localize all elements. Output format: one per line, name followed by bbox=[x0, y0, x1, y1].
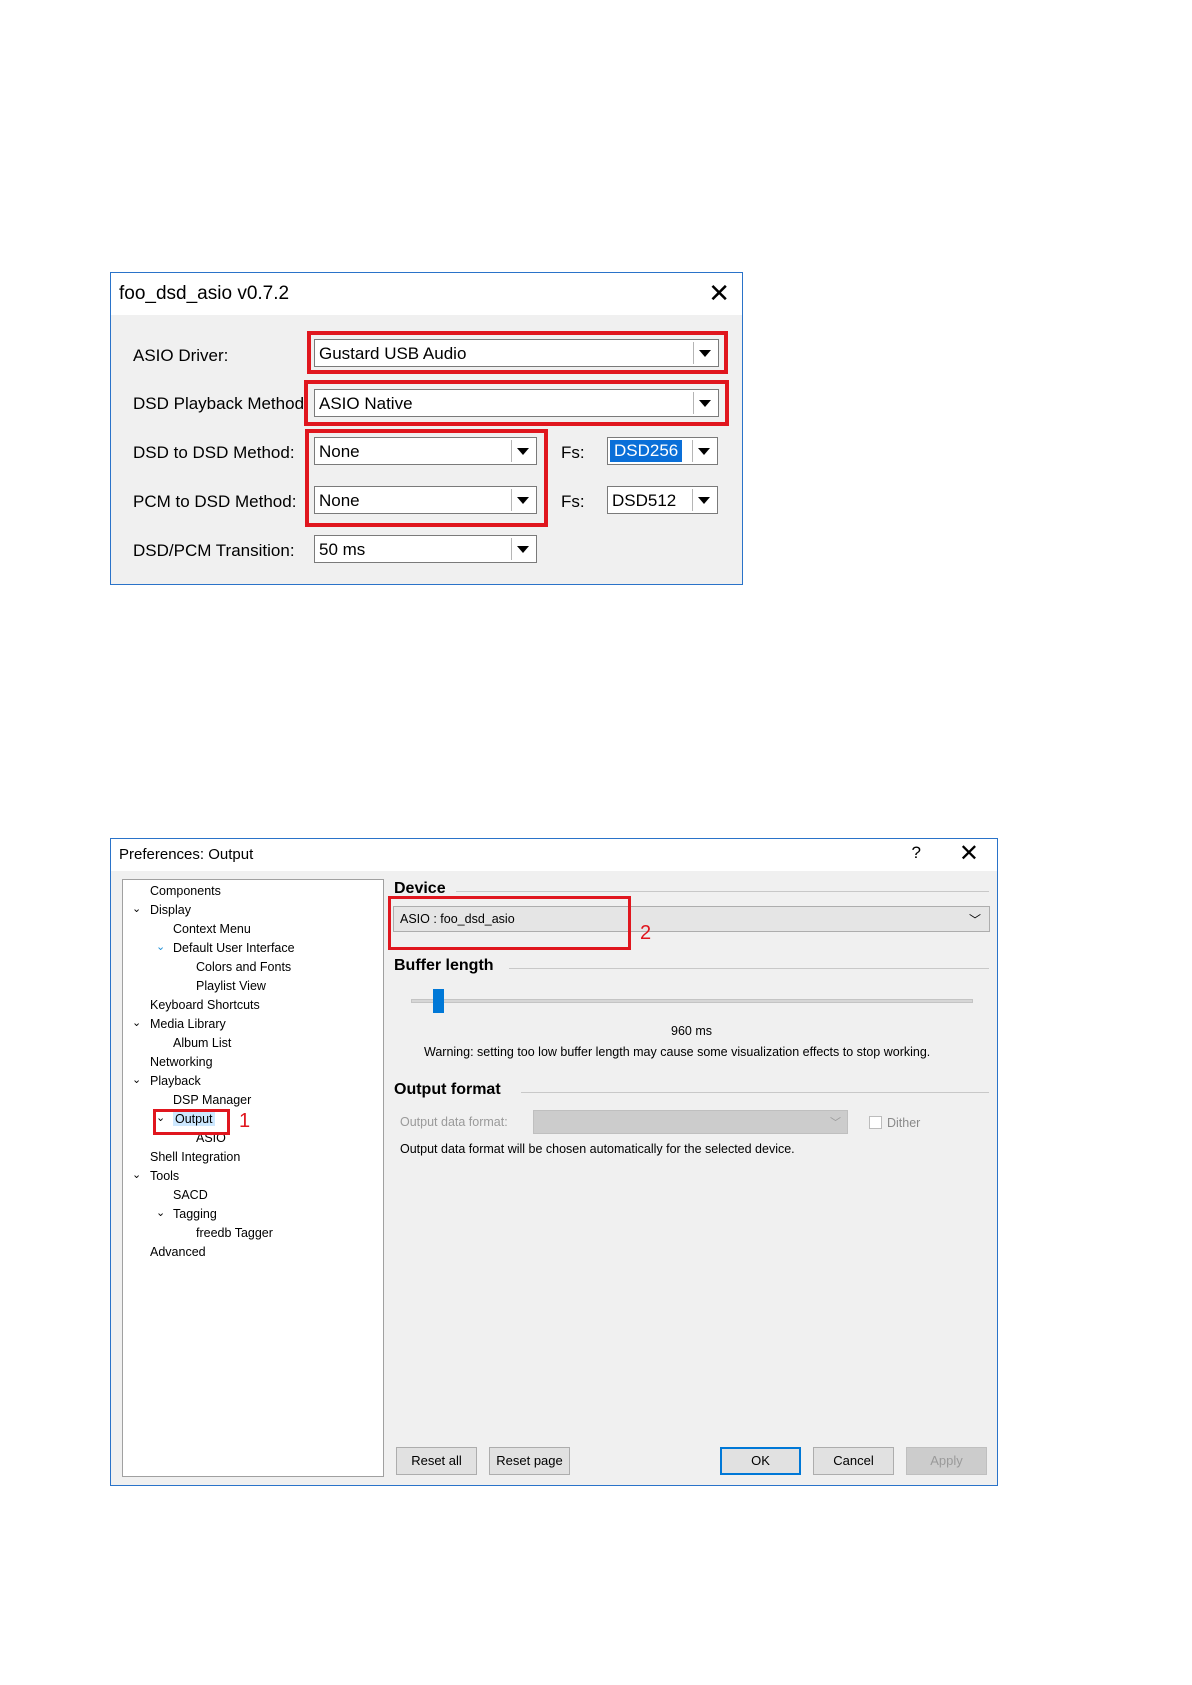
chevron-down-icon[interactable]: ⌄ bbox=[132, 902, 141, 915]
divider bbox=[509, 968, 989, 969]
chevron-down-icon[interactable]: ﹀ bbox=[969, 911, 981, 928]
tree-item-tools[interactable]: Tools bbox=[150, 1169, 179, 1183]
dsd-playback-method-label: DSD Playback Method: bbox=[133, 394, 309, 413]
chevron-down-icon[interactable]: ⌄ bbox=[156, 940, 165, 953]
buffer-length-slider-thumb[interactable] bbox=[433, 989, 445, 1013]
cancel-button[interactable]: Cancel bbox=[813, 1447, 894, 1475]
chevron-down-icon[interactable]: ⌄ bbox=[156, 1206, 165, 1219]
pcm-to-dsd-fs-value: DSD512 bbox=[612, 491, 677, 510]
tree-item-media-library[interactable]: Media Library bbox=[150, 1017, 226, 1031]
close-icon[interactable]: ✕ bbox=[959, 839, 979, 868]
tree-item-freedb-tagger[interactable]: freedb Tagger bbox=[196, 1226, 273, 1240]
preferences-dialog: Preferences: Output ? ✕ Components ⌄ Dis… bbox=[110, 838, 998, 1486]
dsd-asio-titlebar: foo_dsd_asio v0.7.2 ✕ bbox=[111, 273, 742, 315]
chevron-down-icon[interactable]: ⌄ bbox=[132, 1168, 141, 1181]
chevron-down-icon[interactable]: ⌄ bbox=[132, 1016, 141, 1029]
tree-item-display[interactable]: Display bbox=[150, 903, 191, 917]
tree-item-networking[interactable]: Networking bbox=[150, 1055, 213, 1069]
buffer-length-value: 960 ms bbox=[671, 1024, 712, 1038]
tree-item-context-menu[interactable]: Context Menu bbox=[173, 922, 251, 936]
ok-button[interactable]: OK bbox=[720, 1447, 801, 1475]
preferences-titlebar: Preferences: Output ? ✕ bbox=[111, 839, 997, 871]
highlight-box bbox=[304, 380, 729, 426]
tree-item-playlist-view[interactable]: Playlist View bbox=[196, 979, 266, 993]
tree-item-shell-integration[interactable]: Shell Integration bbox=[150, 1150, 240, 1164]
buffer-warning-text: Warning: setting too low buffer length m… bbox=[424, 1045, 931, 1059]
tree-item-tagging[interactable]: Tagging bbox=[173, 1207, 217, 1221]
reset-page-button[interactable]: Reset page bbox=[489, 1447, 570, 1475]
apply-button[interactable]: Apply bbox=[906, 1447, 987, 1475]
chevron-down-icon[interactable] bbox=[511, 538, 534, 560]
tree-item-default-user-interface[interactable]: Default User Interface bbox=[173, 941, 295, 955]
highlight-box bbox=[307, 331, 728, 374]
dsd-to-dsd-method-label: DSD to DSD Method: bbox=[133, 443, 295, 462]
dither-checkbox[interactable] bbox=[869, 1116, 882, 1129]
dsd-pcm-transition-select[interactable]: 50 ms bbox=[314, 535, 537, 563]
tree-item-sacd[interactable]: SACD bbox=[173, 1188, 208, 1202]
divider bbox=[456, 891, 989, 892]
dsd-to-dsd-fs-value: DSD256 bbox=[610, 440, 683, 462]
tree-item-advanced[interactable]: Advanced bbox=[150, 1245, 206, 1259]
tree-item-components[interactable]: Components bbox=[150, 884, 221, 898]
output-format-note: Output data format will be chosen automa… bbox=[400, 1142, 795, 1156]
dsd-asio-title: foo_dsd_asio v0.7.2 bbox=[119, 283, 290, 304]
dither-label: Dither bbox=[887, 1116, 921, 1130]
help-icon[interactable]: ? bbox=[912, 843, 921, 863]
dsd-pcm-transition-label: DSD/PCM Transition: bbox=[133, 541, 295, 560]
pcm-to-dsd-method-label: PCM to DSD Method: bbox=[133, 492, 297, 511]
pcm-to-dsd-fs-select[interactable]: DSD512 bbox=[607, 486, 718, 514]
chevron-down-icon[interactable] bbox=[692, 440, 715, 462]
buffer-length-slider-track[interactable] bbox=[411, 999, 973, 1003]
dsd-to-dsd-fs-label: Fs: bbox=[561, 443, 585, 462]
preferences-title: Preferences: Output bbox=[119, 846, 254, 863]
highlight-box bbox=[388, 896, 631, 950]
output-format-heading: Output format bbox=[394, 1081, 501, 1098]
divider bbox=[521, 1092, 989, 1093]
tree-item-keyboard-shortcuts[interactable]: Keyboard Shortcuts bbox=[150, 998, 260, 1012]
output-data-format-label: Output data format: bbox=[400, 1115, 508, 1129]
highlight-box bbox=[153, 1109, 230, 1135]
close-icon[interactable]: ✕ bbox=[708, 279, 730, 307]
chevron-down-icon[interactable]: ⌄ bbox=[132, 1073, 141, 1086]
asio-driver-label: ASIO Driver: bbox=[133, 346, 229, 365]
tree-item-colors-and-fonts[interactable]: Colors and Fonts bbox=[196, 960, 291, 974]
tree-item-album-list[interactable]: Album List bbox=[173, 1036, 231, 1050]
reset-all-button[interactable]: Reset all bbox=[396, 1447, 477, 1475]
dsd-to-dsd-fs-select[interactable]: DSD256 bbox=[607, 437, 718, 465]
dsd-asio-dialog: foo_dsd_asio v0.7.2 ✕ ASIO Driver: Gusta… bbox=[110, 272, 743, 585]
tree-item-dsp-manager[interactable]: DSP Manager bbox=[173, 1093, 251, 1107]
chevron-down-icon[interactable] bbox=[692, 489, 715, 511]
chevron-down-icon: ﹀ bbox=[830, 1117, 841, 1129]
dsd-pcm-transition-value: 50 ms bbox=[319, 540, 366, 559]
highlight-box bbox=[305, 429, 548, 527]
preferences-tree[interactable]: Components ⌄ Display Context Menu ⌄ Defa… bbox=[122, 879, 384, 1477]
buffer-length-heading: Buffer length bbox=[394, 957, 494, 974]
annotation-marker-1: 1 bbox=[239, 1110, 251, 1132]
annotation-marker-2: 2 bbox=[640, 922, 652, 944]
pcm-to-dsd-fs-label: Fs: bbox=[561, 492, 585, 511]
tree-item-playback[interactable]: Playback bbox=[150, 1074, 201, 1088]
output-data-format-select[interactable]: ﹀ bbox=[533, 1110, 848, 1134]
